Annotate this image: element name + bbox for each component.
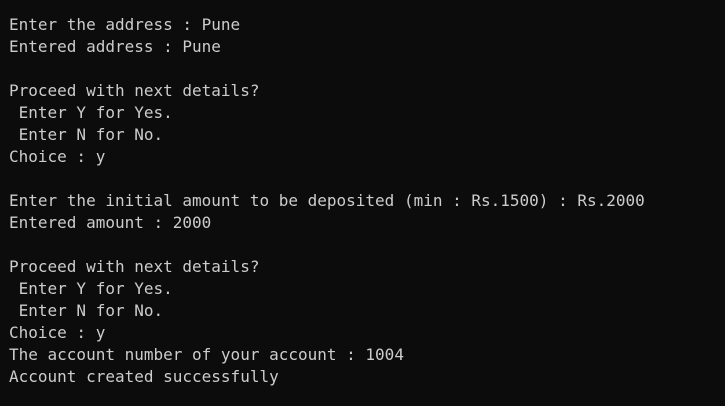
output-line-choice: Choice : y [9, 323, 106, 342]
output-line-address-echo: Entered address : Pune [9, 37, 221, 56]
output-line-choice: Choice : y [9, 147, 106, 166]
output-line-blank [9, 58, 725, 80]
output-line-address-prompt: Enter the address : Pune [9, 15, 241, 34]
output-line-success-message: Account created successfully [9, 367, 279, 386]
output-line-blank [9, 234, 725, 256]
output-line-blank [9, 168, 725, 190]
output-line-yes-option: Enter Y for Yes. [9, 103, 173, 122]
output-line-deposit-prompt: Enter the initial amount to be deposited… [9, 191, 645, 210]
output-line-yes-option: Enter Y for Yes. [9, 279, 173, 298]
output-line-proceed-question: Proceed with next details? [9, 81, 260, 100]
output-line-no-option: Enter N for No. [9, 125, 164, 144]
output-line-proceed-question: Proceed with next details? [9, 257, 260, 276]
output-line-account-number: The account number of your account : 100… [9, 345, 404, 364]
output-line-amount-echo: Entered amount : 2000 [9, 213, 212, 232]
console-output: Enter the address : Pune Entered address… [0, 0, 725, 406]
output-line-no-option: Enter N for No. [9, 301, 164, 320]
